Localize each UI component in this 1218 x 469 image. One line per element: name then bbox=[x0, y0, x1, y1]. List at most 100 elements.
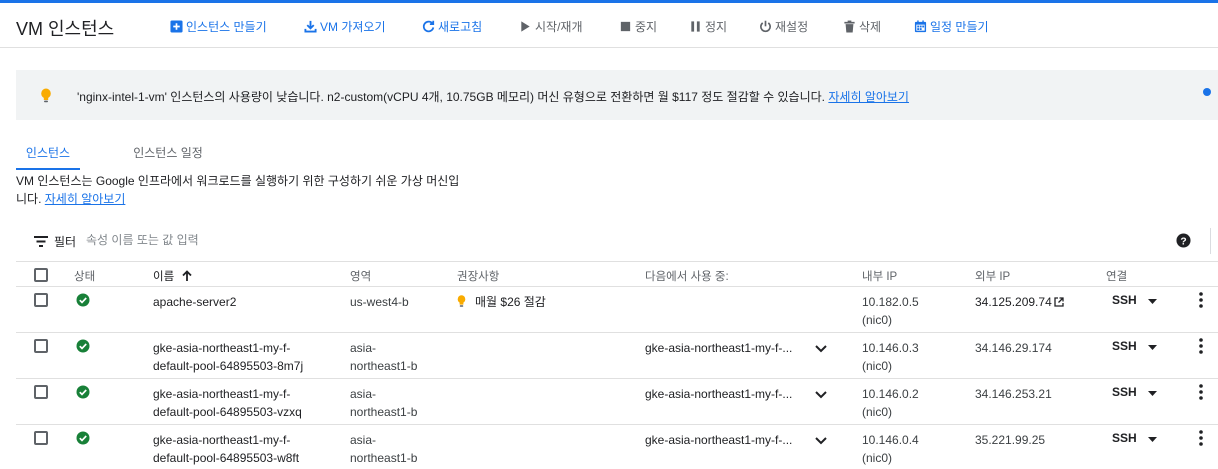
zone-line1: us-west4-b bbox=[350, 295, 409, 309]
tab-instance-schedules[interactable]: 인스턴스 일정 bbox=[123, 140, 213, 170]
check-circle-icon bbox=[76, 431, 90, 445]
play-icon bbox=[521, 20, 530, 32]
arrow-upward-icon bbox=[182, 270, 193, 281]
expand-more-icon[interactable] bbox=[815, 437, 827, 445]
delete-button[interactable]: 삭제 bbox=[843, 17, 881, 35]
reset-button[interactable]: 재설정 bbox=[759, 17, 808, 35]
action-toolbar: VM 인스턴스 인스턴스 만들기 VM 가져오기 새로고침 시작/재개 중지 정… bbox=[0, 3, 1218, 48]
banner-learn-more-link[interactable]: 자세히 알아보기 bbox=[828, 90, 909, 104]
external-ip-cell[interactable]: 34.125.209.74 bbox=[975, 293, 1064, 311]
create-schedule-label: 일정 만들기 bbox=[930, 19, 989, 34]
arrow-drop-down-icon[interactable] bbox=[1148, 345, 1157, 350]
power-icon bbox=[760, 20, 771, 32]
ssh-button[interactable]: SSH bbox=[1112, 431, 1137, 445]
more-vert-icon[interactable] bbox=[1199, 292, 1203, 308]
start-resume-button[interactable]: 시작/재개 bbox=[519, 17, 583, 35]
zone-cell: asia- northeast1-b bbox=[350, 339, 417, 375]
add-box-icon bbox=[170, 19, 183, 33]
ssh-button[interactable]: SSH bbox=[1112, 293, 1137, 307]
in-use-by-cell[interactable]: gke-asia-northeast1-my-f-... bbox=[645, 339, 792, 357]
internal-ip-cell: 10.182.0.5 (nic0) bbox=[862, 293, 919, 329]
header-name[interactable]: 이름 bbox=[153, 268, 193, 284]
zone-line1: asia- bbox=[350, 433, 377, 447]
calendar-icon bbox=[914, 19, 927, 32]
more-vert-icon[interactable] bbox=[1199, 338, 1203, 354]
internal-ip: 10.146.0.3 bbox=[862, 341, 919, 355]
row-checkbox[interactable] bbox=[34, 431, 48, 445]
in-use-by-text: gke-asia-northeast1-my-f-... bbox=[645, 433, 793, 447]
zone-line2: northeast1-b bbox=[350, 451, 418, 465]
instance-name-link[interactable]: gke-asia-northeast1-my-f- default-pool-6… bbox=[153, 431, 299, 467]
ssh-button[interactable]: SSH bbox=[1112, 385, 1137, 399]
description-learn-more-link[interactable]: 자세히 알아보기 bbox=[45, 192, 126, 206]
more-vert-icon[interactable] bbox=[1199, 430, 1203, 446]
arrow-drop-down-icon[interactable] bbox=[1148, 437, 1157, 442]
zone-cell: us-west4-b bbox=[350, 293, 409, 311]
internal-ip-cell: 10.146.0.4 (nic0) bbox=[862, 431, 919, 467]
check-circle-icon bbox=[76, 293, 90, 307]
trash-icon bbox=[844, 20, 855, 33]
stop-button[interactable]: 중지 bbox=[619, 17, 657, 35]
instance-name-link[interactable]: gke-asia-northeast1-my-f- default-pool-6… bbox=[153, 385, 302, 421]
reset-label: 재설정 bbox=[775, 19, 809, 34]
more-vert-icon[interactable] bbox=[1199, 384, 1203, 400]
create-schedule-button[interactable]: 일정 만들기 bbox=[914, 17, 989, 35]
instance-name-line1: gke-asia-northeast1-my-f- bbox=[153, 433, 291, 447]
banner-message-text: 'nginx-intel-1-vm' 인스턴스의 사용량이 낮습니다. n2-c… bbox=[77, 90, 826, 104]
external-ip: 34.146.253.21 bbox=[975, 387, 1052, 401]
instance-name-link[interactable]: gke-asia-northeast1-my-f- default-pool-6… bbox=[153, 339, 303, 375]
table-header-row: 상태 이름 영역 권장사항 다음에서 사용 중: 내부 IP 외부 IP 연결 bbox=[16, 261, 1218, 287]
filter-divider bbox=[1210, 228, 1211, 254]
instance-name-line2: default-pool-64895503-w8ft bbox=[153, 451, 300, 465]
expand-more-icon[interactable] bbox=[815, 345, 827, 353]
stop-icon bbox=[620, 21, 631, 31]
row-checkbox[interactable] bbox=[34, 293, 48, 307]
external-ip-cell: 34.146.253.21 bbox=[975, 385, 1052, 403]
header-recommendation: 권장사항 bbox=[457, 271, 500, 283]
row-checkbox[interactable] bbox=[34, 385, 48, 399]
expand-more-icon[interactable] bbox=[815, 391, 827, 399]
arrow-drop-down-icon[interactable] bbox=[1148, 299, 1157, 304]
import-vm-button[interactable]: VM 가져오기 bbox=[304, 17, 386, 35]
external-ip: 34.125.209.74 bbox=[975, 295, 1052, 309]
page-description: VM 인스턴스는 Google 인프라에서 워크로드를 실행하기 위한 구성하기… bbox=[16, 172, 496, 208]
stop-label: 중지 bbox=[635, 19, 658, 34]
in-use-by-cell[interactable]: gke-asia-northeast1-my-f-... bbox=[645, 431, 792, 449]
instances-table: 상태 이름 영역 권장사항 다음에서 사용 중: 내부 IP 외부 IP 연결 … bbox=[16, 261, 1218, 469]
zone-line1: asia- bbox=[350, 387, 377, 401]
zone-cell: asia- northeast1-b bbox=[350, 385, 417, 421]
instance-name-line2: default-pool-64895503-vzxq bbox=[153, 405, 302, 419]
instance-name-link[interactable]: apache-server2 bbox=[153, 293, 236, 311]
open-in-new-icon[interactable] bbox=[1054, 297, 1064, 307]
arrow-drop-down-icon[interactable] bbox=[1148, 391, 1157, 396]
recommendation-text: 매월 $26 절감 bbox=[475, 295, 546, 309]
instance-name-line1: gke-asia-northeast1-my-f- bbox=[153, 341, 291, 355]
banner-more-icon[interactable] bbox=[1202, 87, 1212, 97]
delete-label: 삭제 bbox=[859, 19, 882, 34]
create-instance-button[interactable]: 인스턴스 만들기 bbox=[170, 17, 267, 35]
in-use-by-cell[interactable]: gke-asia-northeast1-my-f-... bbox=[645, 385, 792, 403]
refresh-button[interactable]: 새로고침 bbox=[422, 17, 482, 35]
suspend-button[interactable]: 정지 bbox=[689, 17, 727, 35]
filter-label: 필터 bbox=[54, 235, 77, 249]
help-icon[interactable]: ? bbox=[1176, 233, 1191, 248]
start-resume-label: 시작/재개 bbox=[535, 19, 583, 34]
page-title: VM 인스턴스 bbox=[16, 19, 115, 39]
header-status: 상태 bbox=[74, 271, 96, 283]
ssh-button[interactable]: SSH bbox=[1112, 339, 1137, 353]
filter-list-icon bbox=[34, 236, 48, 247]
tab-instances[interactable]: 인스턴스 bbox=[16, 140, 80, 170]
header-connect: 연결 bbox=[1106, 271, 1128, 283]
instance-name-line1: gke-asia-northeast1-my-f- bbox=[153, 387, 291, 401]
check-circle-icon bbox=[76, 339, 90, 353]
recommendation-cell[interactable]: 매월 $26 절감 bbox=[457, 293, 546, 311]
select-all-checkbox[interactable] bbox=[34, 268, 48, 282]
svg-text:?: ? bbox=[1180, 236, 1186, 247]
description-line1: VM 인스턴스는 Google 인프라에서 워크로드를 실행하기 위한 구성하기… bbox=[16, 174, 460, 188]
internal-ip-cell: 10.146.0.2 (nic0) bbox=[862, 385, 919, 421]
filter-input[interactable] bbox=[86, 230, 586, 250]
row-checkbox[interactable] bbox=[34, 339, 48, 353]
import-vm-label: VM 가져오기 bbox=[320, 19, 386, 34]
external-ip-cell: 34.146.29.174 bbox=[975, 339, 1052, 357]
zone-line2: northeast1-b bbox=[350, 359, 418, 373]
